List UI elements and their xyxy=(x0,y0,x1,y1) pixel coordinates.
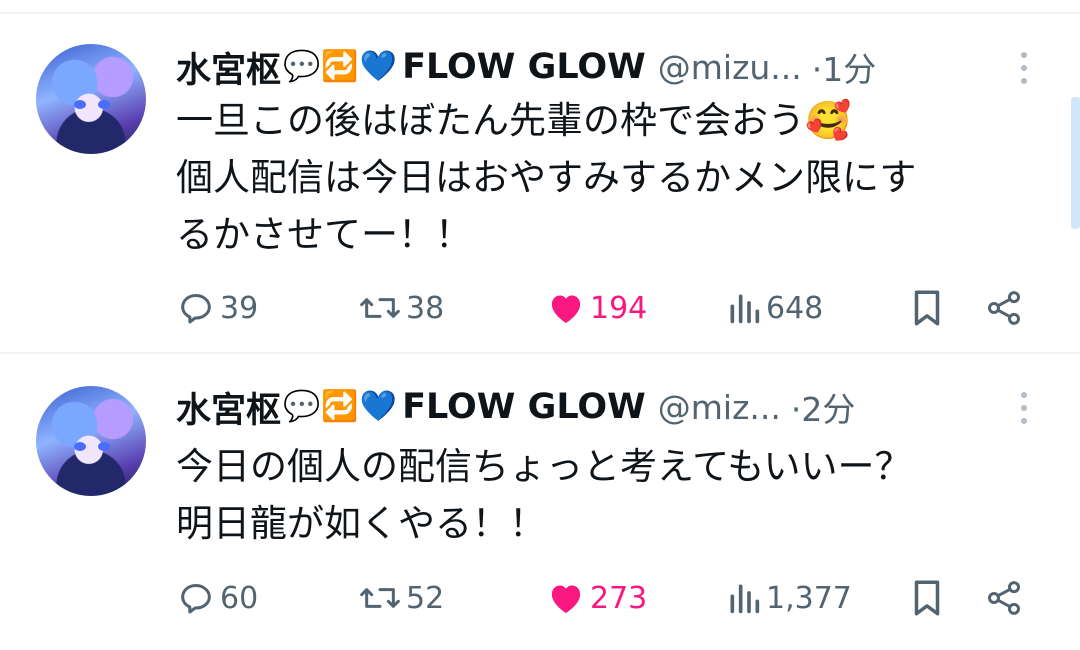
views-count: 648 xyxy=(766,290,824,326)
timestamp[interactable]: ·1分 xyxy=(812,43,877,91)
avatar[interactable] xyxy=(36,386,146,496)
reply-count: 39 xyxy=(220,290,259,326)
tweet-text: 一旦この後はぼたん先輩の枠で会おう🥰 個人配信は今日はおやすみするかメン限にす … xyxy=(176,92,1026,263)
share-button[interactable] xyxy=(984,576,1024,620)
display-name[interactable]: 水宮枢 xyxy=(176,382,281,433)
tweet[interactable]: 水宮枢 💬 🔁 💙 FLOW GLOW @miz... ·2分 今日の個人の配信… xyxy=(0,354,1080,650)
more-options-icon[interactable] xyxy=(1014,48,1034,88)
reply-icon xyxy=(181,294,211,324)
timestamp[interactable]: ·2分 xyxy=(791,383,856,431)
retweet-emoji-icon: 🔁 xyxy=(321,389,359,424)
blue-heart-icon: 💙 xyxy=(359,389,398,424)
share-icon xyxy=(987,291,1021,325)
share-icon xyxy=(987,581,1021,615)
like-count: 273 xyxy=(590,580,648,616)
retweet-button[interactable]: 52 xyxy=(358,576,444,620)
tweet-text-line: 明日龍が如くやる！！ xyxy=(176,502,546,545)
tweet-text-line: 一旦この後はぼたん先輩の枠で会おう🥰 xyxy=(176,99,852,142)
heart-icon xyxy=(551,295,581,323)
name-emojis: 💬 🔁 💙 xyxy=(283,392,398,422)
tweet-header: 水宮枢 💬 🔁 💙 FLOW GLOW @miz... ·2分 xyxy=(176,382,856,433)
more-options-icon[interactable] xyxy=(1014,388,1034,428)
retweet-count: 38 xyxy=(406,290,445,326)
reply-count: 60 xyxy=(220,580,259,616)
bookmark-icon xyxy=(914,290,940,326)
views-icon xyxy=(730,294,760,324)
tweet[interactable]: 水宮枢 💬 🔁 💙 FLOW GLOW @mizu... ·1分 一旦この後はぼ… xyxy=(0,14,1080,352)
bookmark-button[interactable] xyxy=(909,576,945,620)
tweet-header: 水宮枢 💬 🔁 💙 FLOW GLOW @mizu... ·1分 xyxy=(176,42,877,93)
tweet-text-line: 今日の個人の配信ちょっと考えてもいいー？ xyxy=(176,445,912,488)
speech-balloon-icon: 💬 xyxy=(283,49,321,84)
display-name[interactable]: 水宮枢 xyxy=(176,42,281,93)
group-name[interactable]: FLOW GLOW xyxy=(402,387,646,427)
tweet-actions: 60 52 273 1,377 xyxy=(176,576,1036,620)
retweet-icon xyxy=(360,298,400,318)
views-button[interactable]: 1,377 xyxy=(726,576,852,620)
retweet-button[interactable]: 38 xyxy=(358,286,444,330)
bookmark-button[interactable] xyxy=(909,286,945,330)
tweet-text: 今日の個人の配信ちょっと考えてもいいー？ 明日龍が如くやる！！ xyxy=(176,438,1026,552)
tweet-text-line: るかさせてー！！ xyxy=(176,213,472,256)
bookmark-icon xyxy=(914,580,940,616)
tweet-text-line: 個人配信は今日はおやすみするかメン限にす xyxy=(176,156,917,199)
speech-balloon-icon: 💬 xyxy=(283,389,321,424)
views-button[interactable]: 648 xyxy=(726,286,823,330)
retweet-icon xyxy=(360,588,400,608)
user-handle[interactable]: @mizu... xyxy=(658,48,802,87)
reply-button[interactable]: 60 xyxy=(176,576,258,620)
group-name[interactable]: FLOW GLOW xyxy=(402,47,646,87)
like-count: 194 xyxy=(590,290,648,326)
tweet-actions: 39 38 194 648 xyxy=(176,286,1036,330)
user-handle[interactable]: @miz... xyxy=(658,388,781,427)
blue-heart-icon: 💙 xyxy=(359,49,398,84)
views-icon xyxy=(730,584,760,614)
retweet-count: 52 xyxy=(406,580,445,616)
heart-icon xyxy=(551,585,581,613)
avatar[interactable] xyxy=(36,44,146,154)
share-button[interactable] xyxy=(984,286,1024,330)
retweet-emoji-icon: 🔁 xyxy=(321,49,359,84)
reply-button[interactable]: 39 xyxy=(176,286,258,330)
like-button[interactable]: 194 xyxy=(546,286,647,330)
reply-icon xyxy=(181,584,211,614)
views-count: 1,377 xyxy=(766,580,852,616)
name-emojis: 💬 🔁 💙 xyxy=(283,52,398,82)
like-button[interactable]: 273 xyxy=(546,576,647,620)
